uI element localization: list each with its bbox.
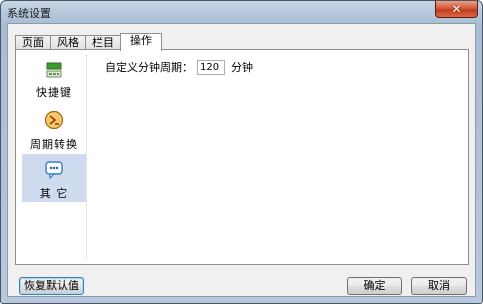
tab-bar: 页面 风格 栏目 操作	[15, 33, 162, 51]
ok-button[interactable]: 确定	[347, 277, 402, 295]
cancel-button[interactable]: 取消	[411, 277, 467, 295]
close-icon: ✕	[451, 2, 462, 16]
tab-page[interactable]: 页面	[15, 35, 51, 50]
close-button[interactable]: ✕	[435, 1, 478, 18]
sidebar-item-other[interactable]: 其 它	[22, 154, 86, 202]
category-sidebar: 快捷键 周期转换 其 它	[22, 54, 87, 260]
cycle-convert-icon	[44, 110, 64, 130]
period-input[interactable]	[197, 59, 225, 75]
sidebar-item-label: 其 它	[39, 187, 69, 200]
title-bar[interactable]: 系统设置 ✕	[1, 1, 482, 23]
period-label: 自定义分钟周期：	[105, 61, 193, 74]
tab-panel: 快捷键 周期转换 其 它 自定义分钟周期： 120 分钟	[15, 49, 469, 265]
period-setting-row: 自定义分钟周期： 分钟	[105, 58, 253, 76]
sidebar-item-hotkeys[interactable]: 快捷键	[22, 54, 86, 102]
tab-operation[interactable]: 操作	[120, 33, 162, 51]
sidebar-item-label: 快捷键	[36, 86, 72, 99]
reset-defaults-button[interactable]: 恢复默认值	[19, 277, 84, 295]
window-title: 系统设置	[7, 7, 51, 20]
tab-column[interactable]: 栏目	[85, 35, 121, 50]
chat-bubble-icon	[45, 161, 63, 180]
sidebar-item-cycle-convert[interactable]: 周期转换	[22, 106, 86, 154]
client-area: 页面 风格 栏目 操作 快捷键 周期转换 其 它 自定义分钟周期： 120 分钟…	[7, 23, 476, 297]
period-unit: 分钟	[231, 61, 253, 74]
sidebar-item-label: 周期转换	[30, 138, 78, 151]
tab-style[interactable]: 风格	[50, 35, 86, 50]
settings-window: 系统设置 ✕ 页面 风格 栏目 操作 快捷键 周期转换 其 它 自定义分钟周期：…	[0, 0, 483, 304]
keyboard-icon	[46, 62, 62, 78]
